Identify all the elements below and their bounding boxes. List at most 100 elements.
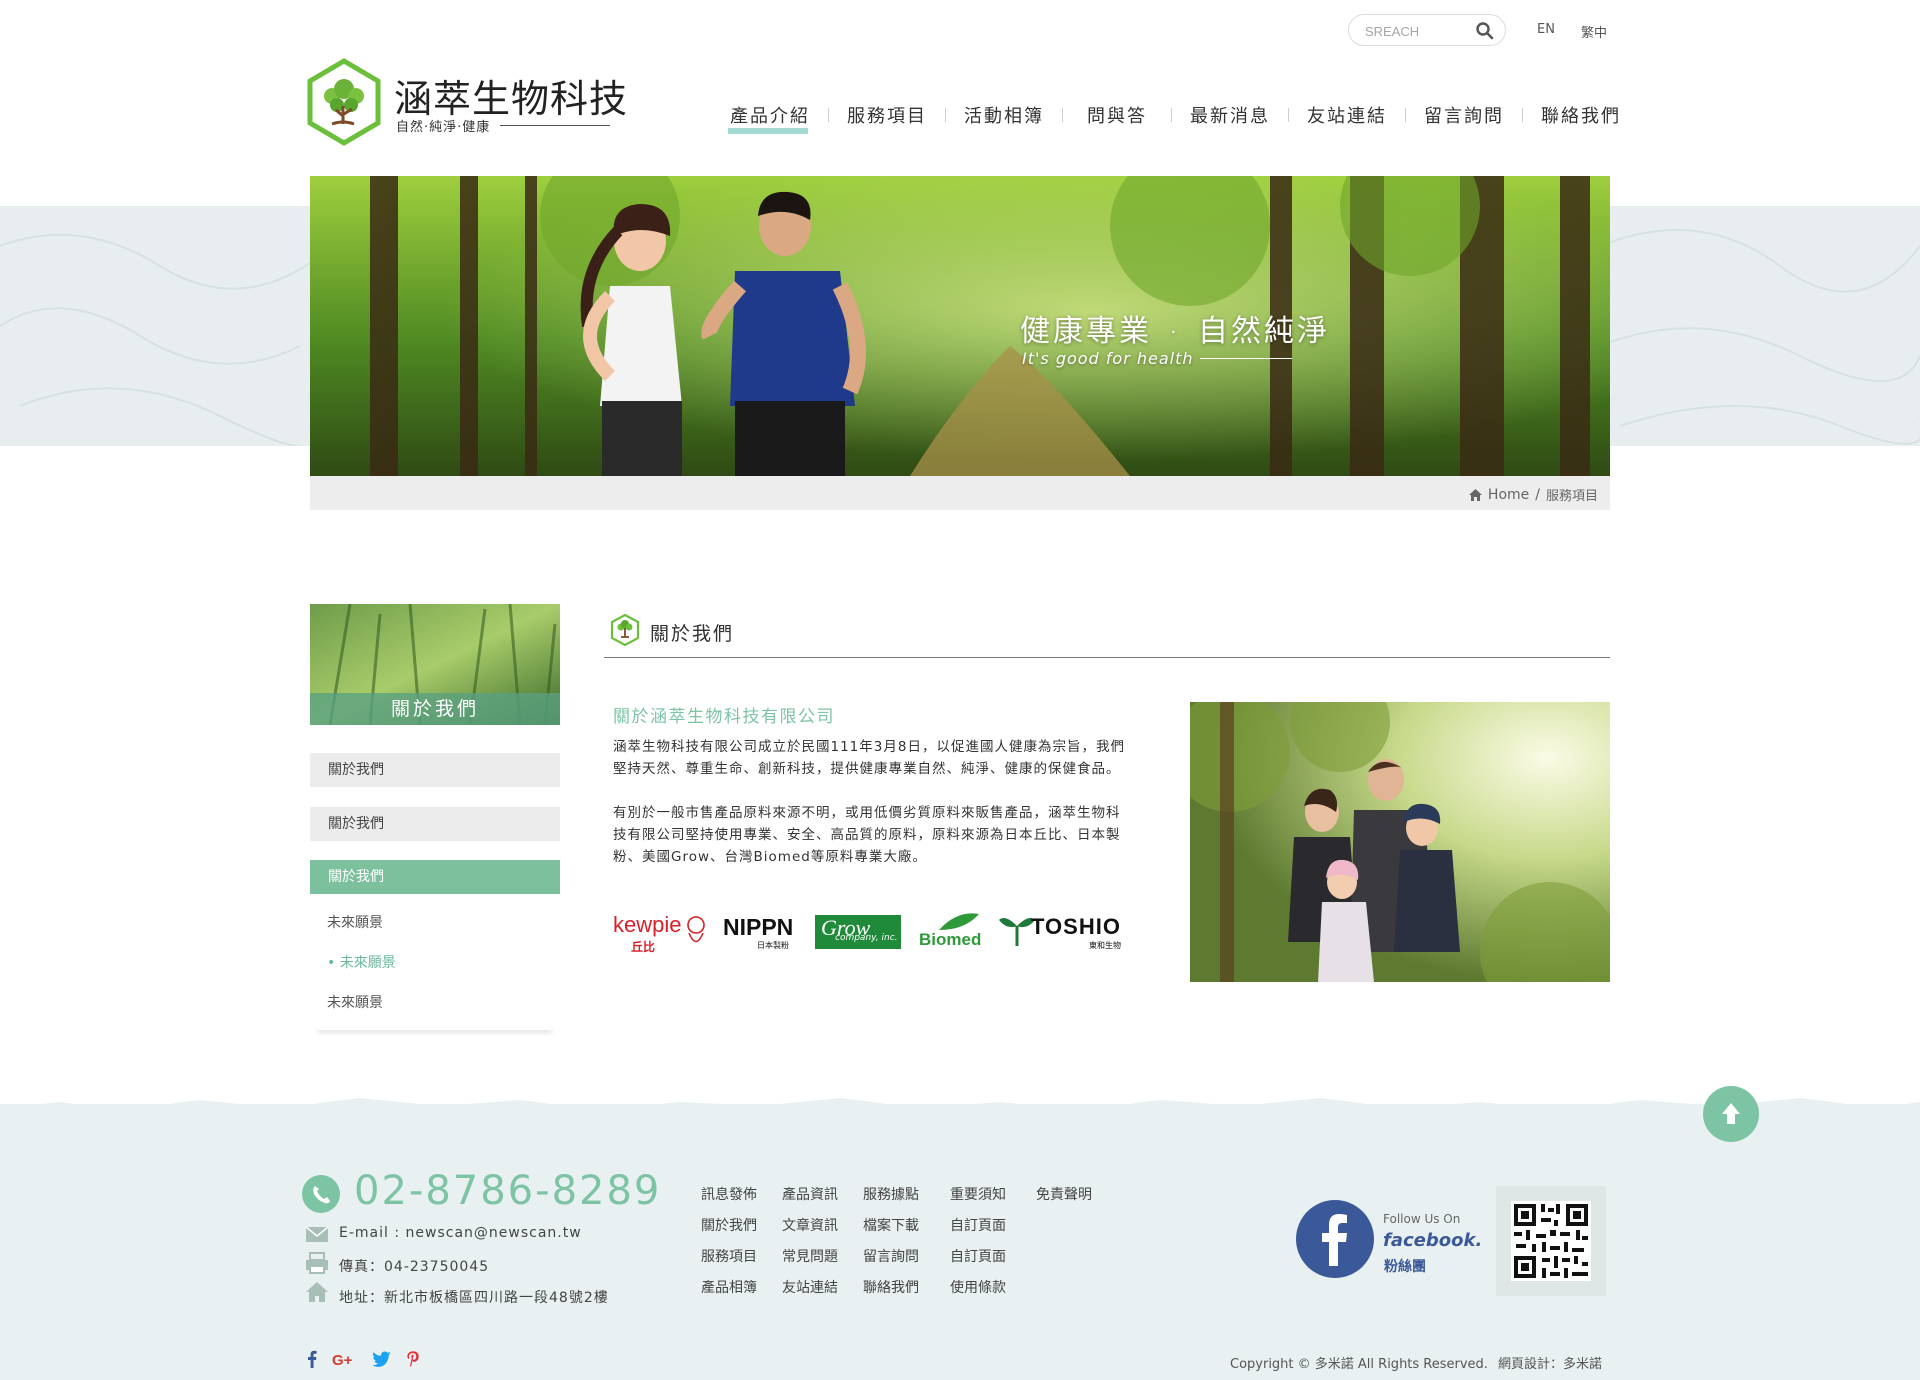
facebook-icon[interactable]	[1296, 1200, 1374, 1278]
nav-contact[interactable]: 聯絡我們	[1523, 102, 1639, 128]
about-paragraph-1: 涵萃生物科技有限公司成立於民國111年3月8日，以促進國人健康為宗旨，我們 堅持…	[613, 739, 1125, 777]
footer-link-disclaimer[interactable]: 免責聲明	[1036, 1184, 1116, 1206]
logo-icon[interactable]	[306, 58, 382, 146]
facebook-fans-label[interactable]: 粉絲團	[1384, 1256, 1426, 1276]
banner-slogan-rule	[1200, 358, 1292, 359]
footer-address: 地址：新北市板橋區四川路一段48號2樓	[339, 1290, 609, 1306]
fax-icon	[306, 1252, 328, 1274]
phone-icon	[302, 1175, 340, 1213]
search-icon[interactable]	[1475, 21, 1495, 41]
sidebar-header: 關於我們	[310, 604, 560, 725]
search-input[interactable]	[1365, 21, 1475, 41]
back-to-top-button[interactable]	[1703, 1086, 1759, 1142]
nav-links[interactable]: 友站連結	[1289, 102, 1405, 128]
footer-link-faq[interactable]: 常見問題	[782, 1246, 863, 1268]
toshio-sprout-icon	[999, 918, 1035, 946]
email-icon	[305, 1226, 329, 1242]
google-plus-icon[interactable]: G+	[332, 1350, 358, 1368]
section-leaf-icon	[610, 614, 640, 646]
qr-code-icon	[1511, 1201, 1591, 1281]
sidebar-subitem-vision-2[interactable]: • 未來願景	[327, 952, 396, 972]
logo-rule	[500, 125, 610, 126]
footer-link-custom-page-1[interactable]: 自訂頁面	[950, 1215, 1036, 1237]
footer-link-articles[interactable]: 文章資訊	[782, 1215, 863, 1237]
sidebar-bottom-shadow	[318, 1026, 552, 1030]
footer-link-contact[interactable]: 聯絡我們	[863, 1277, 950, 1299]
brand-logos: kewpie 丘比 NIPPN 日本製粉 Grow company, inc. …	[613, 910, 1131, 954]
copyright-text: Copyright © 多米諾 All Rights Reserved.	[1230, 1357, 1488, 1372]
family-hiking-image	[1190, 702, 1610, 982]
logo-subtitle: 自然·純淨·健康	[396, 120, 491, 135]
about-heading: 關於涵萃生物科技有限公司	[613, 707, 835, 727]
biomed-leaf-icon	[939, 913, 979, 930]
nav-news[interactable]: 最新消息	[1172, 102, 1288, 128]
breadcrumb: Home / 服務項目	[1468, 485, 1598, 504]
sidebar-item-about-3[interactable]: 關於我們	[310, 860, 560, 894]
toshio-logo: TOSHIO 東和生物	[999, 910, 1131, 954]
nav-faq[interactable]: 問與答	[1063, 102, 1171, 128]
breadcrumb-separator: /	[1535, 486, 1540, 503]
content-divider	[604, 657, 1610, 658]
about-paragraph-2: 有別於一般市售產品原料來源不明，或用低價劣質原料來販售產品，涵萃生物科 技有限公…	[613, 805, 1121, 865]
breadcrumb-bar: Home / 服務項目	[310, 476, 1610, 510]
breadcrumb-home[interactable]: Home	[1488, 487, 1529, 503]
footer-link-about[interactable]: 關於我們	[701, 1215, 782, 1237]
footer-link-albums[interactable]: 產品相簿	[701, 1277, 782, 1299]
footer-link-empty	[1036, 1215, 1116, 1237]
arrow-up-icon	[1722, 1103, 1740, 1124]
facebook-wordmark[interactable]: facebook.	[1383, 1230, 1482, 1251]
twitter-icon[interactable]	[372, 1350, 392, 1368]
footer-link-news-release[interactable]: 訊息發佈	[701, 1184, 782, 1206]
footer-phone[interactable]: 02-8786-8289	[354, 1168, 661, 1214]
home-address-icon	[306, 1282, 328, 1302]
footer-link-terms[interactable]: 使用條款	[950, 1277, 1036, 1299]
nav-products[interactable]: 產品介紹	[712, 102, 828, 134]
facebook-follow-text: Follow Us On	[1383, 1212, 1461, 1226]
footer-link-empty	[1036, 1246, 1116, 1268]
footer-torn-edge	[0, 1098, 1920, 1118]
social-links: G+	[306, 1350, 420, 1368]
footer-link-empty	[1036, 1277, 1116, 1299]
footer-links: 訊息發佈 產品資訊 服務據點 重要須知 免責聲明 關於我們 文章資訊 檔案下載 …	[701, 1184, 1116, 1299]
forest-runners-image	[310, 176, 1610, 476]
footer-link-notice[interactable]: 重要須知	[950, 1184, 1036, 1206]
nav-albums[interactable]: 活動相簿	[946, 102, 1062, 128]
nav-services[interactable]: 服務項目	[829, 102, 945, 128]
grow-logo: Grow company, inc.	[815, 915, 901, 949]
nav-inquiry[interactable]: 留言詢問	[1406, 102, 1522, 128]
footer-link-custom-page-2[interactable]: 自訂頁面	[950, 1246, 1036, 1268]
footer-fax: 傳真：04-23750045	[339, 1259, 490, 1275]
qr-code	[1496, 1186, 1606, 1296]
footer-link-friend-sites[interactable]: 友站連結	[782, 1277, 863, 1299]
design-credit[interactable]: 網頁設計：多米諾	[1498, 1353, 1602, 1372]
footer-link-services[interactable]: 服務項目	[701, 1246, 782, 1268]
banner-slogan-en: It's good for health	[1022, 349, 1194, 368]
kewpie-logo: kewpie 丘比	[613, 910, 709, 954]
footer-link-service-locations[interactable]: 服務據點	[863, 1184, 950, 1206]
sidebar-header-label: 關於我們	[310, 693, 560, 725]
pinterest-icon[interactable]	[406, 1350, 420, 1368]
footer-link-product-info[interactable]: 產品資訊	[782, 1184, 863, 1206]
facebook-small-icon[interactable]	[306, 1350, 318, 1368]
banner-slogan: 健康專業 · 自然純淨	[1020, 314, 1330, 349]
footer-link-downloads[interactable]: 檔案下載	[863, 1215, 950, 1237]
sidebar-subitem-vision-3[interactable]: 未來願景	[327, 992, 383, 1012]
lang-zh-link[interactable]: 繁中	[1581, 22, 1607, 41]
logo-title: 涵萃生物科技	[394, 77, 629, 121]
sidebar-subitem-vision-1[interactable]: 未來願景	[327, 912, 383, 932]
footer-link-inquiry[interactable]: 留言詢問	[863, 1246, 950, 1268]
footer-email[interactable]: E-mail : newscan@newscan.tw	[339, 1225, 582, 1241]
search-box	[1348, 14, 1506, 46]
breadcrumb-current: 服務項目	[1545, 489, 1598, 504]
lang-en-link[interactable]: EN	[1537, 22, 1555, 37]
kewpie-doll-icon	[687, 916, 705, 943]
biomed-logo: Biomed	[915, 910, 985, 954]
home-icon	[1468, 488, 1482, 501]
sidebar-item-about-1[interactable]: 關於我們	[310, 753, 560, 787]
family-photo	[1190, 702, 1610, 982]
sidebar-item-about-2[interactable]: 關於我們	[310, 807, 560, 841]
nippn-logo: NIPPN 日本製粉	[723, 914, 794, 950]
hero-banner	[310, 176, 1610, 476]
main-nav: 產品介紹 服務項目 活動相簿 問與答 最新消息 友站連結 留言詢問 聯絡我們	[712, 100, 1639, 134]
content-title: 關於我們	[650, 623, 735, 645]
